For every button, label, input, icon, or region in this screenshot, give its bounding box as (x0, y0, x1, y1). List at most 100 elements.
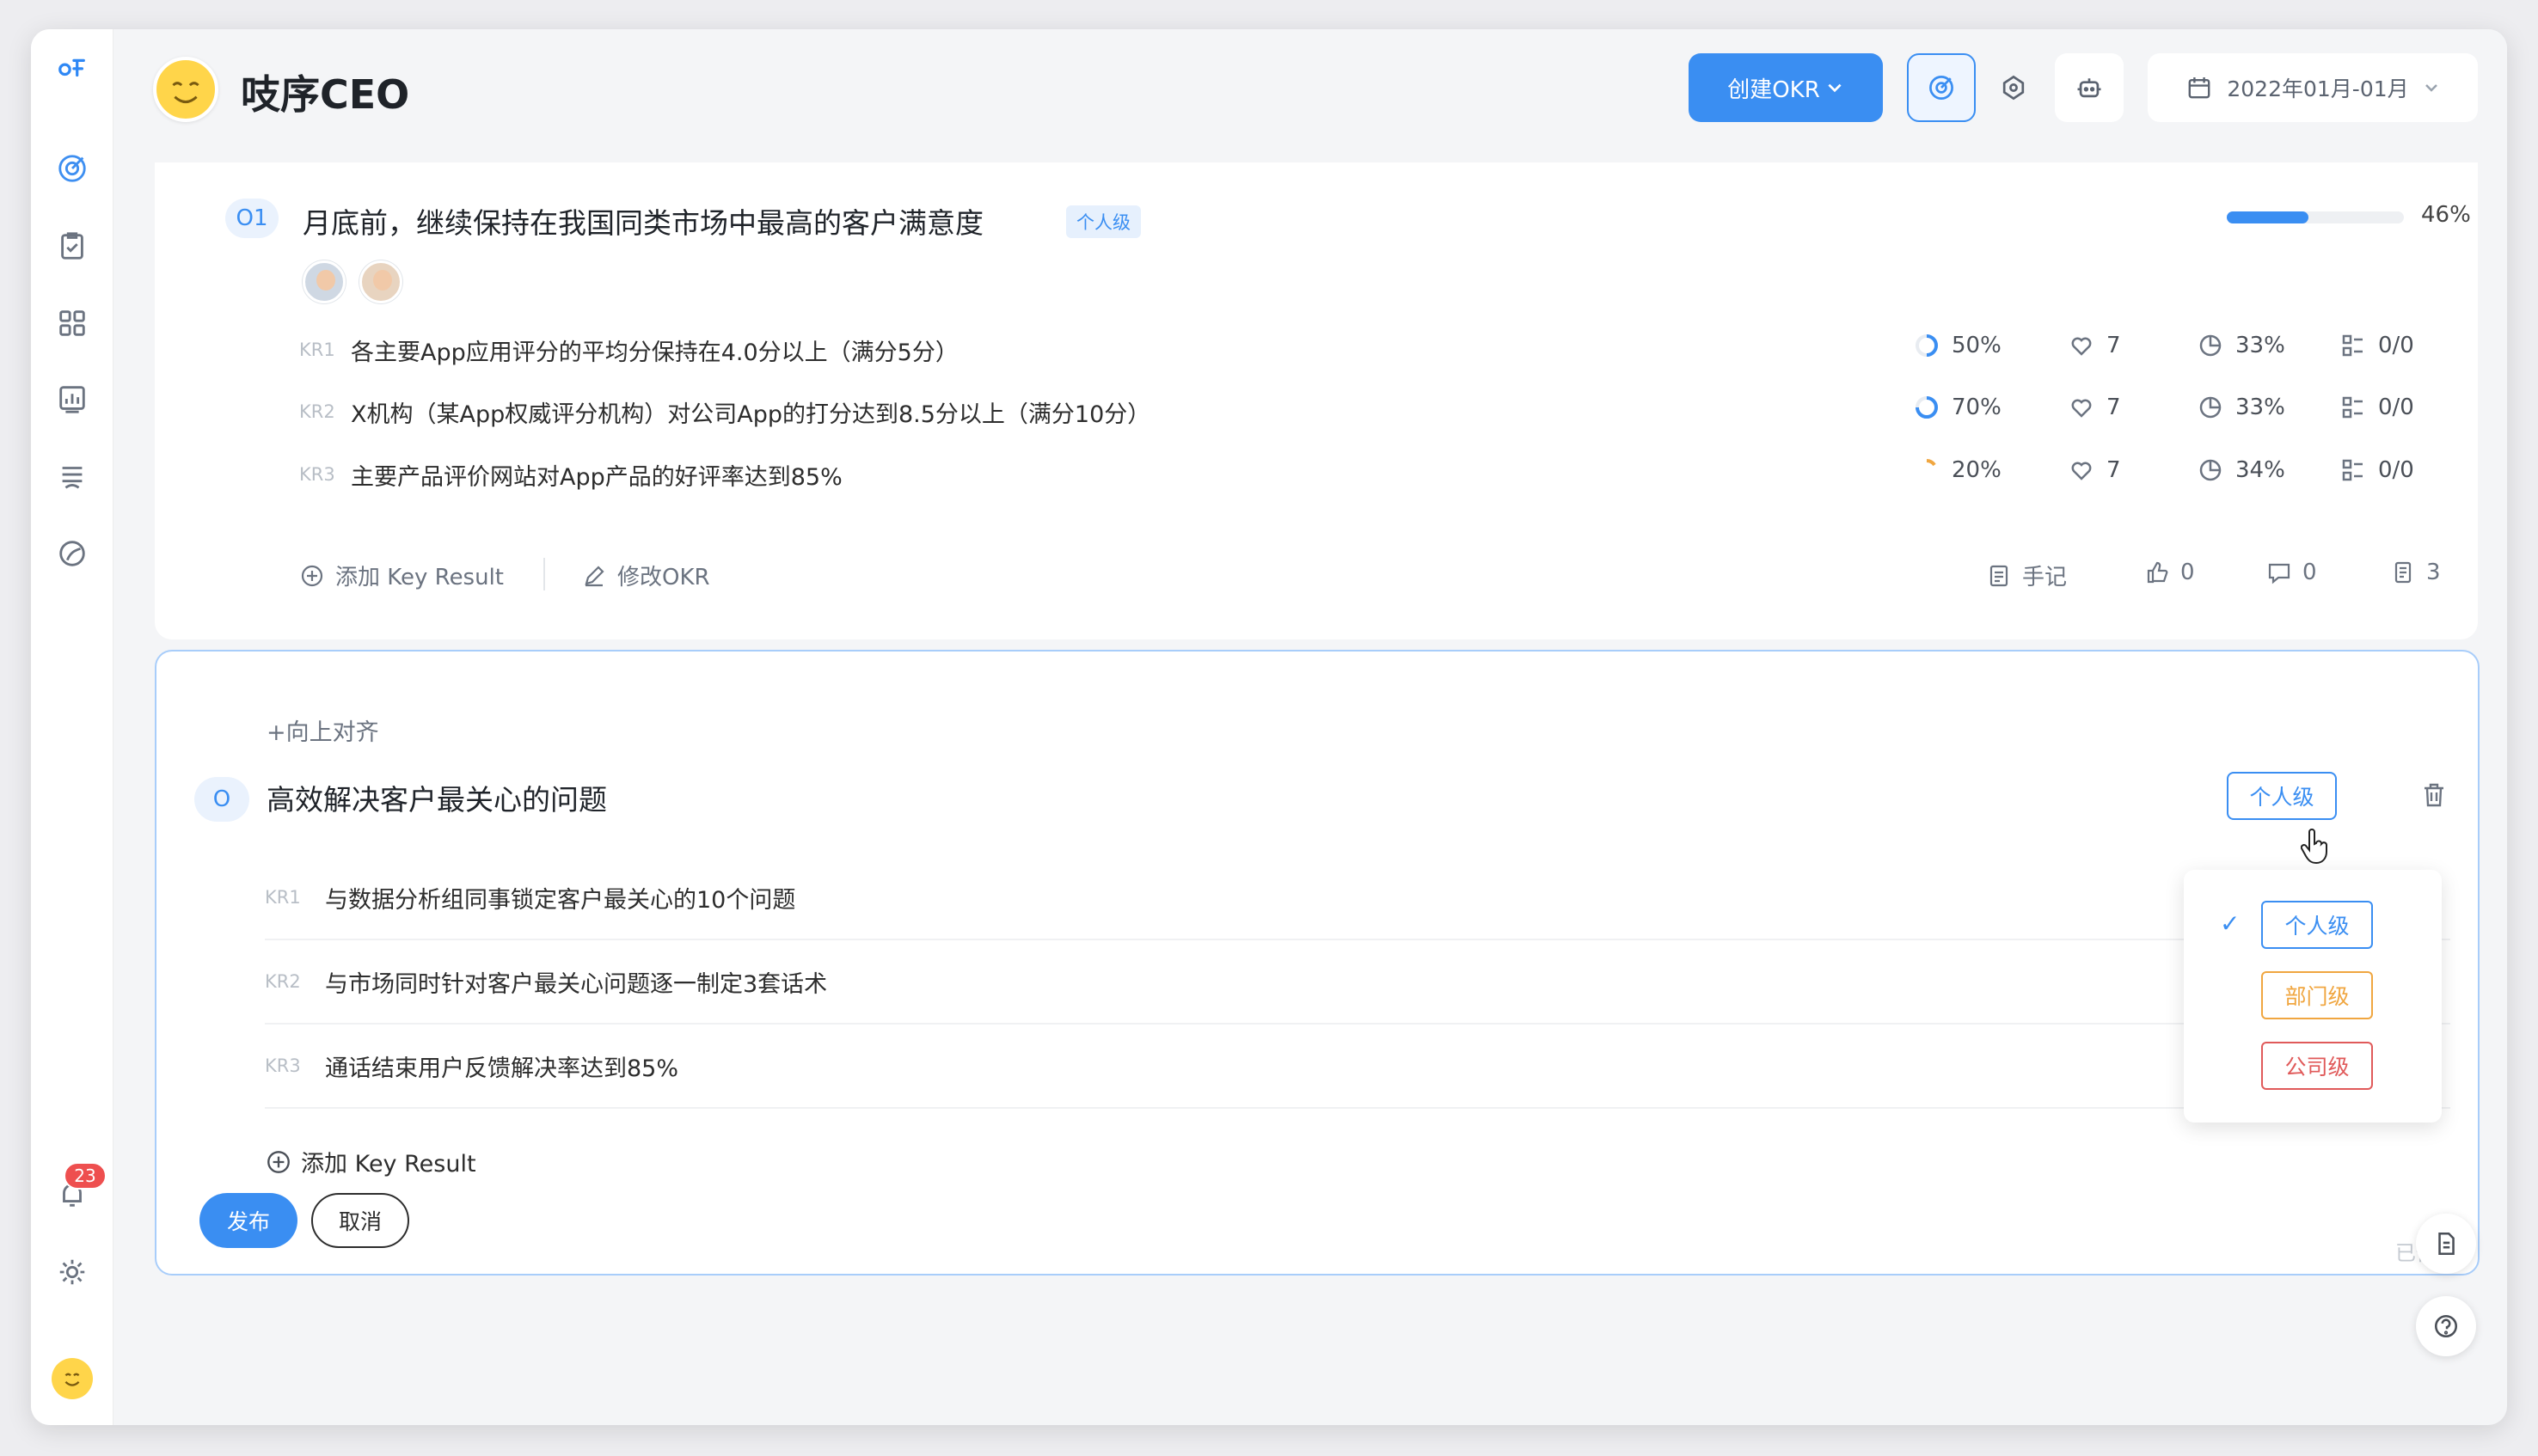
kr-text: 各主要App应用评分的平均分保持在4.0分以上（满分5分） (351, 339, 959, 366)
kr-label: KR2 (299, 401, 335, 422)
notes-label: 手记 (2022, 565, 2068, 590)
level-option-department[interactable]: 部门级 (2261, 971, 2373, 1019)
docs-button[interactable]: 3 (2390, 560, 2441, 585)
apps-grid-icon[interactable] (55, 306, 89, 340)
key-result-row[interactable]: KR3 主要产品评价网站对App产品的好评率达到85% (299, 457, 843, 492)
alignment-map-button[interactable] (1979, 53, 2048, 122)
task-list-icon (2342, 334, 2363, 357)
kr-tasks[interactable]: 0/0 (2340, 333, 2414, 358)
align-up-link[interactable]: +向上对齐 (267, 713, 379, 747)
objective-progress-bar (2227, 211, 2404, 223)
help-question-icon (2434, 1314, 2458, 1338)
help-float-button[interactable] (2416, 1296, 2476, 1356)
alignment-icon (2002, 75, 2025, 101)
kr-label: KR3 (299, 464, 335, 485)
key-result-row[interactable]: KR1 各主要App应用评分的平均分保持在4.0分以上（满分5分） (299, 333, 959, 367)
objective-edit-card: +向上对齐 O 高效解决客户最关心的问题 个人级 KR1 与数据分析组同事锁定客… (155, 650, 2480, 1276)
kr-likes-value: 7 (2106, 457, 2121, 483)
kr-progress[interactable]: 50% (1914, 333, 2002, 358)
task-clipboard-icon[interactable] (55, 229, 89, 263)
sidebar: 23 (31, 29, 113, 1425)
kr-confidence[interactable]: 34% (2198, 457, 2285, 483)
kr-label: KR1 (265, 887, 301, 908)
key-result-row[interactable]: KR3 通话结束用户反馈解决率达到85% (265, 1025, 2450, 1109)
kr-text-input[interactable]: 与数据分析组同事锁定客户最关心的10个问题 (325, 881, 795, 915)
kr-label: KR2 (265, 971, 301, 992)
kr-likes[interactable]: 7 (2069, 333, 2121, 358)
kr-text-input[interactable]: 与市场同时针对客户最关心问题逐一制定3套话术 (325, 965, 827, 999)
action-divider (543, 558, 545, 590)
pie-chart-icon (2199, 396, 2222, 419)
settings-gear-icon[interactable] (55, 1255, 89, 1289)
app-window: 23 › 吱序CEO 创建OKR (31, 29, 2507, 1425)
heart-icon (2071, 462, 2092, 480)
like-button[interactable]: 0 (2144, 560, 2195, 585)
kr-tasks[interactable]: 0/0 (2340, 457, 2414, 483)
delete-objective-button[interactable] (2419, 780, 2449, 813)
objective-number: O (194, 777, 249, 822)
page-title: 吱序CEO (241, 71, 410, 118)
progress-ring-icon (1916, 459, 1938, 481)
comment-count: 0 (2302, 560, 2317, 585)
owner-avatar[interactable] (303, 260, 346, 303)
edit-okr-button[interactable]: 修改OKR (581, 560, 710, 591)
objective-title-input[interactable]: 高效解决客户最关心的问题 (267, 777, 607, 818)
pencil-icon (585, 565, 604, 586)
kr-label: KR3 (265, 1055, 301, 1076)
chat-bubble-icon[interactable] (55, 536, 89, 571)
document-icon (2394, 561, 2412, 584)
review-360-icon[interactable] (55, 459, 89, 493)
chevron-down-icon (2425, 84, 2437, 92)
owner-avatar[interactable] (359, 260, 402, 303)
kr-confidence[interactable]: 33% (2198, 395, 2285, 420)
objective-level-tag: 个人级 (1066, 205, 1141, 238)
add-key-result-button[interactable]: 添加 Key Result (265, 1145, 476, 1178)
target-view-button[interactable] (1907, 53, 1976, 122)
publish-button[interactable]: 发布 (199, 1193, 297, 1248)
hand-cursor-icon (2301, 829, 2327, 865)
kr-progress-value: 20% (1952, 457, 2002, 483)
kr-likes[interactable]: 7 (2069, 395, 2121, 420)
level-option-personal[interactable]: 个人级 (2261, 901, 2373, 949)
heart-icon (2071, 399, 2092, 418)
check-icon: ✓ (2220, 909, 2241, 938)
kr-confidence[interactable]: 33% (2198, 333, 2285, 358)
create-okr-button[interactable]: 创建OKR (1689, 53, 1883, 122)
user-avatar[interactable] (52, 1358, 93, 1399)
objective-progress-fill (2227, 211, 2308, 223)
pie-chart-icon (2199, 459, 2222, 481)
comment-button[interactable]: 0 (2266, 560, 2317, 585)
level-select-button[interactable]: 个人级 (2227, 772, 2337, 820)
report-chart-icon[interactable] (55, 382, 89, 416)
task-list-icon (2342, 459, 2363, 481)
objective-title[interactable]: 月底前，继续保持在我国同类市场中最高的客户满意度 (303, 200, 984, 242)
notes-button[interactable]: 手记 (1986, 560, 2067, 591)
kr-progress[interactable]: 70% (1914, 395, 2002, 420)
kr-likes[interactable]: 7 (2069, 457, 2121, 483)
ceo-avatar[interactable] (153, 57, 218, 122)
notification-badge: 23 (64, 1162, 107, 1190)
key-result-row[interactable]: KR2 与市场同时针对客户最关心问题逐一制定3套话术 (265, 940, 2450, 1025)
kr-progress[interactable]: 20% (1914, 457, 2002, 483)
create-okr-label: 创建OKR (1727, 76, 1820, 103)
level-option-company[interactable]: 公司级 (2261, 1042, 2373, 1090)
app-logo-icon[interactable] (55, 50, 89, 84)
cancel-button[interactable]: 取消 (311, 1193, 409, 1248)
kr-text-input[interactable]: 通话结束用户反馈解决率达到85% (325, 1049, 678, 1083)
key-result-row[interactable]: KR2 X机构（某App权威评分机构）对公司App的打分达到8.5分以上（满分1… (299, 395, 1150, 429)
document-float-button[interactable] (2416, 1214, 2476, 1274)
kr-confidence-value: 33% (2235, 395, 2285, 420)
key-result-row[interactable]: KR1 与数据分析组同事锁定客户最关心的10个问题 (265, 856, 2450, 940)
okr-target-icon[interactable] (55, 151, 89, 186)
objective-owners (303, 260, 402, 303)
note-icon (1989, 565, 2008, 586)
like-count: 0 (2180, 560, 2195, 585)
robot-assistant-button[interactable] (2055, 53, 2124, 122)
plus-circle-icon (301, 565, 323, 586)
kr-text: 主要产品评价网站对App产品的好评率达到85% (351, 463, 843, 491)
add-key-result-label: 添加 Key Result (335, 565, 505, 590)
kr-tasks[interactable]: 0/0 (2340, 395, 2414, 420)
date-range-selector[interactable]: 2022年01月-01月 (2148, 53, 2478, 122)
docs-count: 3 (2426, 560, 2441, 585)
add-key-result-button[interactable]: 添加 Key Result (299, 560, 504, 591)
